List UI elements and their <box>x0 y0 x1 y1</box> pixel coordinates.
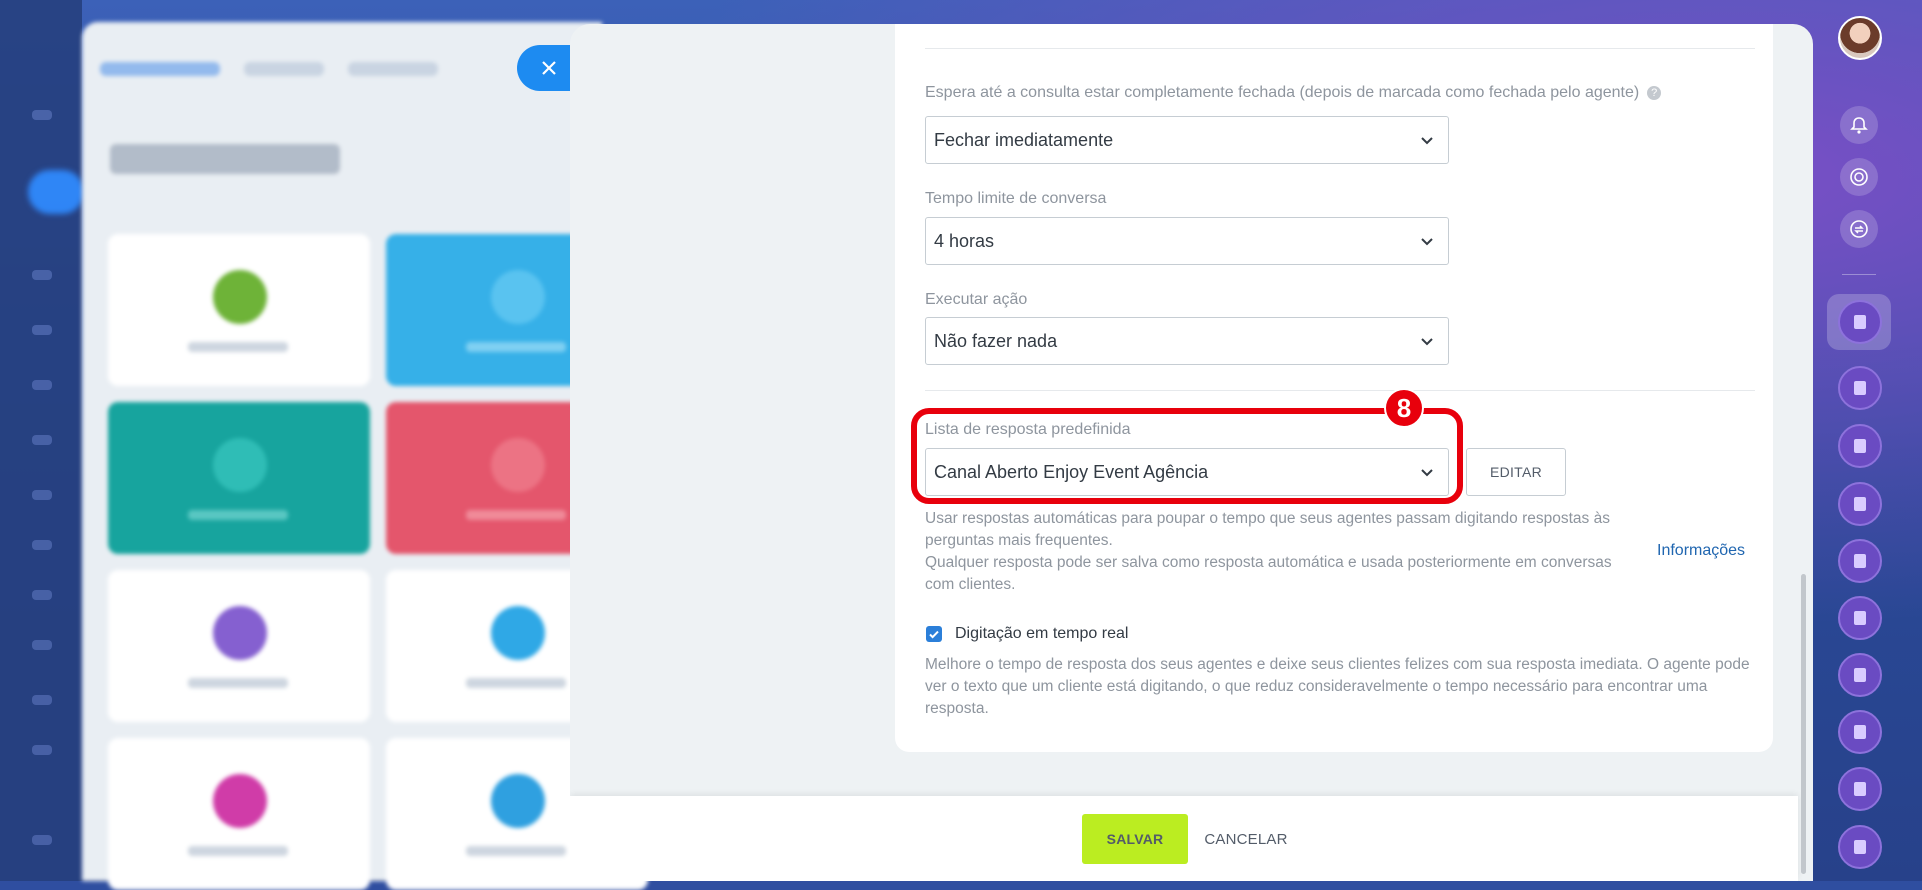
action-field-label: Executar ação <box>925 291 1028 308</box>
background-left-menu <box>0 0 84 881</box>
realtime-typing-label[interactable]: Digitação em tempo real <box>955 625 1128 643</box>
wait-select-value: Fechar imediatamente <box>934 129 1114 150</box>
help-icon[interactable]: ? <box>1647 86 1662 100</box>
timeout-select[interactable]: 4 horas <box>925 217 1449 265</box>
check-icon <box>929 630 939 639</box>
save-button[interactable]: SALVAR <box>1082 814 1188 864</box>
divider <box>925 48 1755 49</box>
wait-select[interactable]: Fechar imediatamente <box>925 116 1449 164</box>
chat-channel-icon[interactable] <box>1838 825 1882 869</box>
info-link[interactable]: Informações <box>1657 542 1745 560</box>
realtime-typing-hint: Melhore o tempo de resposta dos seus age… <box>925 656 1750 717</box>
user-avatar[interactable] <box>1838 16 1882 60</box>
chat-channel-icon[interactable] <box>1838 710 1882 754</box>
background-app <box>82 22 648 890</box>
wait-field-label: Espera até a consulta estar completament… <box>925 84 1662 102</box>
settings-slider: Espera até a consulta estar completament… <box>570 24 1813 881</box>
bell-icon[interactable] <box>1840 106 1878 144</box>
action-footer: SALVAR CANCELAR <box>570 796 1798 881</box>
close-icon <box>542 61 556 75</box>
action-select[interactable]: Não fazer nada <box>925 317 1449 365</box>
highlight-annotation <box>911 408 1463 504</box>
target-icon[interactable] <box>1840 158 1878 196</box>
scrollbar[interactable] <box>1801 574 1806 874</box>
chat-channel-icon[interactable] <box>1838 482 1882 526</box>
settings-card: Espera até a consulta estar completament… <box>895 24 1773 752</box>
divider <box>925 390 1755 391</box>
close-slider-button[interactable] <box>517 45 575 91</box>
chevron-down-icon <box>1421 137 1433 145</box>
action-select-value: Não fazer nada <box>934 330 1058 351</box>
timeout-select-value: 4 horas <box>934 230 995 251</box>
sync-icon[interactable] <box>1840 210 1878 248</box>
timeout-field-label: Tempo limite de conversa <box>925 190 1107 207</box>
realtime-typing-checkbox[interactable] <box>926 626 942 642</box>
edit-answers-button[interactable]: EDITAR <box>1466 448 1566 496</box>
chat-channel-icon[interactable] <box>1838 539 1882 583</box>
cancel-button[interactable]: CANCELAR <box>1204 814 1287 864</box>
step-badge: 8 <box>1384 388 1424 428</box>
chat-channel-icon[interactable] <box>1838 653 1882 697</box>
chat-channel-icon[interactable] <box>1838 366 1882 410</box>
chat-channel-icon[interactable] <box>1838 300 1882 344</box>
rail-divider <box>1842 274 1876 275</box>
answers-hint-1: Usar respostas automáticas para poupar o… <box>925 510 1610 549</box>
chat-channel-icon[interactable] <box>1838 596 1882 640</box>
chevron-down-icon <box>1421 338 1433 346</box>
chat-channel-icon[interactable] <box>1838 767 1882 811</box>
answers-hint-2: Qualquer resposta pode ser salva como re… <box>925 554 1612 593</box>
chevron-down-icon <box>1421 238 1433 246</box>
chat-channel-icon[interactable] <box>1838 424 1882 468</box>
